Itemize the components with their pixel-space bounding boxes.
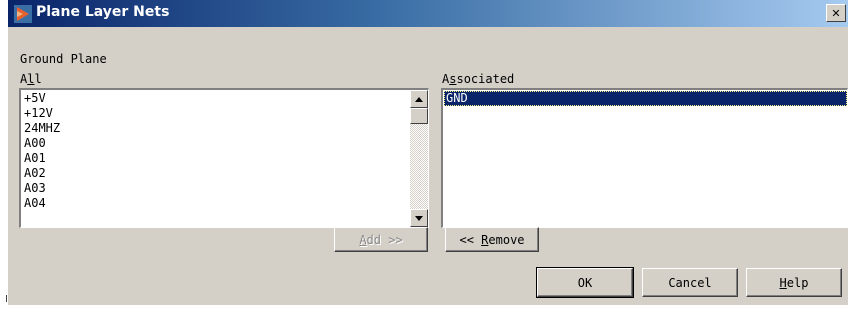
all-nets-listbox[interactable]: +5V +12V 24MHZ A00 A01 A02 A03 A04: [19, 88, 429, 228]
remove-button[interactable]: << Remove: [445, 227, 539, 252]
window-edge: [6, 295, 7, 302]
add-button[interactable]: Add >>: [334, 227, 428, 252]
scroll-thumb[interactable]: [410, 108, 428, 124]
pads-logo-icon: [14, 5, 32, 23]
all-nets-items: +5V +12V 24MHZ A00 A01 A02 A03 A04: [22, 91, 428, 211]
associated-nets-items: GND: [444, 91, 847, 106]
list-item[interactable]: +12V: [22, 106, 428, 121]
help-button[interactable]: Help: [746, 268, 842, 297]
associated-list-label: Associated: [442, 72, 515, 86]
list-item[interactable]: 24MHZ: [22, 121, 428, 136]
triangle-down-icon: [415, 215, 423, 221]
list-item[interactable]: +5V: [22, 91, 428, 106]
close-button[interactable]: ✕: [826, 4, 846, 22]
list-item[interactable]: A01: [22, 151, 428, 166]
list-item[interactable]: A03: [22, 181, 428, 196]
list-item[interactable]: A04: [22, 196, 428, 211]
list-item[interactable]: GND: [444, 91, 847, 106]
all-nets-scrollbar[interactable]: [410, 90, 428, 227]
scroll-up-button[interactable]: [410, 90, 428, 108]
close-icon: ✕: [831, 6, 841, 20]
window-title: Plane Layer Nets: [36, 4, 170, 20]
ok-button[interactable]: OK: [536, 267, 634, 298]
triangle-up-icon: [415, 96, 423, 102]
list-item[interactable]: A02: [22, 166, 428, 181]
plane-type-label: Ground Plane: [20, 52, 107, 66]
associated-nets-listbox[interactable]: GND: [441, 88, 848, 228]
all-list-label: All: [20, 72, 42, 86]
plane-layer-nets-dialog: Plane Layer Nets ✕ Ground Plane All Asso…: [8, 0, 848, 305]
list-item[interactable]: A00: [22, 136, 428, 151]
scroll-down-button[interactable]: [410, 209, 428, 227]
title-bar[interactable]: Plane Layer Nets ✕: [8, 0, 848, 27]
cancel-button[interactable]: Cancel: [642, 268, 738, 297]
